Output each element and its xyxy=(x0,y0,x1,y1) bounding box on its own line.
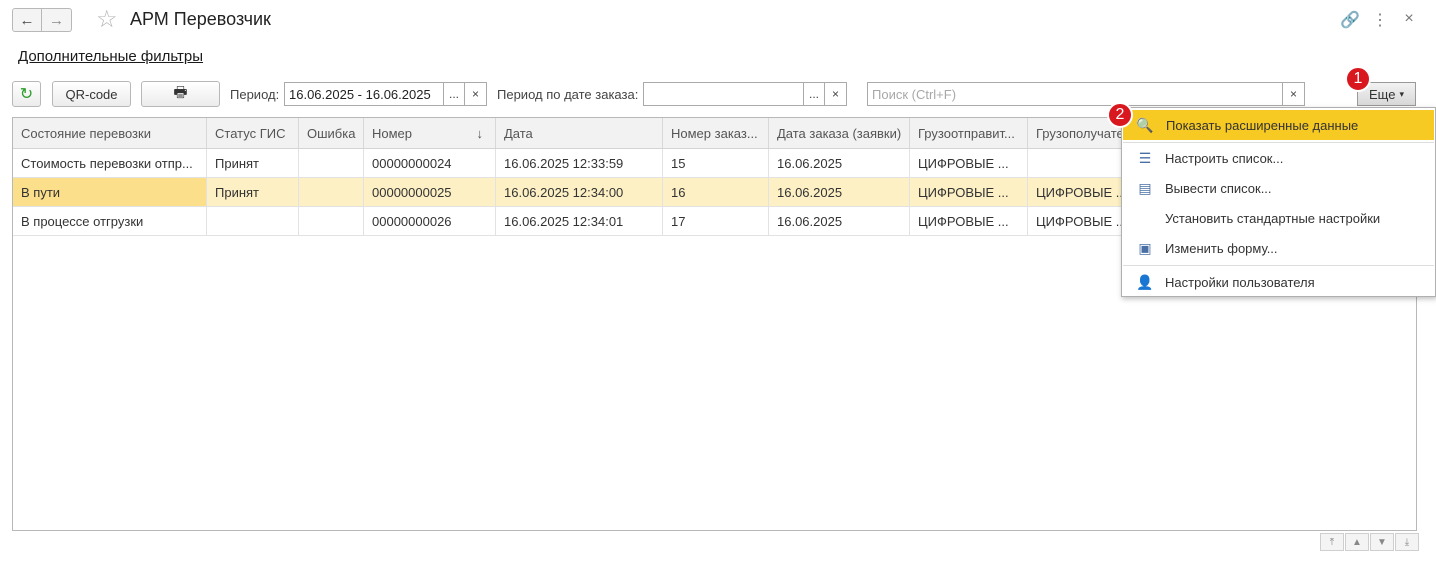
menu-item-label: Настройки пользователя xyxy=(1165,274,1315,290)
refresh-icon: ↻ xyxy=(19,86,34,103)
menu-separator xyxy=(1123,265,1434,266)
cell-gis-status: Принят xyxy=(207,149,299,177)
cell-order-number: 17 xyxy=(663,207,769,235)
magnifier-icon: 🔍 xyxy=(1136,116,1154,133)
order-period-field[interactable] xyxy=(643,82,804,106)
page-title: АРМ Перевозчик xyxy=(130,9,271,29)
period-field[interactable]: 16.06.2025 - 16.06.2025 xyxy=(284,82,444,106)
column-header-error[interactable]: Ошибка xyxy=(299,118,364,148)
period-label: Период: xyxy=(230,87,280,102)
menu-item-label: Вывести список... xyxy=(1165,180,1272,196)
search-clear-button[interactable]: × xyxy=(1283,82,1305,106)
cell-state: Стоимость перевозки отпр... xyxy=(13,149,207,177)
order-period-clear-button[interactable]: × xyxy=(825,82,847,106)
close-icon[interactable]: × xyxy=(1399,10,1419,28)
cell-gis-status: Принят xyxy=(207,178,299,206)
list-settings-icon: ☰ xyxy=(1138,149,1152,166)
refresh-button[interactable]: ↻ xyxy=(12,81,41,107)
forward-button[interactable]: → xyxy=(42,8,72,32)
cell-error xyxy=(299,178,364,206)
column-header-shipper[interactable]: Грузоотправит... xyxy=(910,118,1028,148)
column-header-order-number[interactable]: Номер заказ... xyxy=(663,118,769,148)
cell-state: В пути xyxy=(13,178,207,206)
more-dropdown-menu: 🔍 Показать расширенные данные ☰ Настроит… xyxy=(1121,107,1436,297)
cell-error xyxy=(299,207,364,235)
scroll-down-button[interactable]: ▼ xyxy=(1370,533,1394,551)
cell-order-number: 16 xyxy=(663,178,769,206)
cell-error xyxy=(299,149,364,177)
menu-item-label: Настроить список... xyxy=(1165,150,1284,166)
arrow-right-icon: → xyxy=(49,11,64,29)
cell-number: 00000000025 xyxy=(364,178,496,206)
search-input[interactable]: Поиск (Ctrl+F) xyxy=(867,82,1283,106)
back-button[interactable]: ← xyxy=(12,8,42,32)
cell-order-date: 16.06.2025 xyxy=(769,207,910,235)
menu-item-change-form[interactable]: ▣ Изменить форму... xyxy=(1122,234,1435,262)
menu-separator xyxy=(1123,142,1434,143)
menu-item-user-settings[interactable]: 👤 Настройки пользователя xyxy=(1122,268,1435,296)
cell-shipper: ЦИФРОВЫЕ ... xyxy=(910,149,1028,177)
scroll-up-button[interactable]: ▲ xyxy=(1345,533,1369,551)
cell-shipper: ЦИФРОВЫЕ ... xyxy=(910,178,1028,206)
cell-number: 00000000024 xyxy=(364,149,496,177)
form-settings-icon: ▣ xyxy=(1138,239,1152,256)
scroll-top-button[interactable]: ⤒ xyxy=(1320,533,1344,551)
menu-item-set-default-settings[interactable]: Установить стандартные настройки xyxy=(1122,204,1435,232)
cell-order-number: 15 xyxy=(663,149,769,177)
favorite-star-icon[interactable]: ☆ xyxy=(96,6,118,34)
column-header-order-date[interactable]: Дата заказа (заявки) xyxy=(769,118,910,148)
menu-item-output-list[interactable]: ▤ Вывести список... xyxy=(1122,174,1435,202)
column-header-date[interactable]: Дата xyxy=(496,118,663,148)
additional-filters-link[interactable]: Дополнительные фильтры xyxy=(18,48,203,65)
more-button-label: Еще xyxy=(1369,86,1396,102)
annotation-badge-2: 2 xyxy=(1107,102,1133,128)
qr-code-button[interactable]: QR-code xyxy=(52,81,131,107)
column-header-gis-status[interactable]: Статус ГИС xyxy=(207,118,299,148)
cell-state: В процессе отгрузки xyxy=(13,207,207,235)
menu-item-label: Установить стандартные настройки xyxy=(1165,210,1381,226)
output-list-icon: ▤ xyxy=(1138,179,1152,196)
scroll-bottom-button[interactable]: ⤓ xyxy=(1395,533,1419,551)
user-settings-icon: 👤 xyxy=(1136,273,1154,290)
sort-down-icon: ↓ xyxy=(476,125,484,141)
cell-shipper: ЦИФРОВЫЕ ... xyxy=(910,207,1028,235)
menu-item-label: Показать расширенные данные xyxy=(1166,117,1359,133)
column-header-number-label: Номер xyxy=(372,125,413,141)
annotation-badge-1: 1 xyxy=(1345,66,1371,92)
cell-date: 16.06.2025 12:33:59 xyxy=(496,149,663,177)
print-button[interactable]: 🖶 xyxy=(141,81,220,107)
chevron-down-icon: ▾ xyxy=(1399,88,1404,99)
menu-item-label: Изменить форму... xyxy=(1165,240,1278,256)
column-header-number[interactable]: Номер ↓ xyxy=(364,118,496,148)
menu-item-configure-list[interactable]: ☰ Настроить список... xyxy=(1122,144,1435,172)
arrow-left-icon: ← xyxy=(19,11,35,29)
more-actions-icon[interactable]: ⋮ xyxy=(1370,10,1390,30)
cell-number: 00000000026 xyxy=(364,207,496,235)
order-period-select-button[interactable]: ... xyxy=(804,82,825,106)
cell-order-date: 16.06.2025 xyxy=(769,149,910,177)
cell-date: 16.06.2025 12:34:00 xyxy=(496,178,663,206)
column-header-state[interactable]: Состояние перевозки xyxy=(13,118,207,148)
cell-order-date: 16.06.2025 xyxy=(769,178,910,206)
link-icon[interactable]: 🔗 xyxy=(1340,10,1360,30)
period-clear-button[interactable]: × xyxy=(465,82,487,106)
order-period-label: Период по дате заказа: xyxy=(497,87,639,102)
printer-icon: 🖶 xyxy=(173,83,188,101)
period-select-button[interactable]: ... xyxy=(444,82,465,106)
cell-date: 16.06.2025 12:34:01 xyxy=(496,207,663,235)
cell-gis-status xyxy=(207,207,299,235)
menu-item-show-extended-data[interactable]: 🔍 Показать расширенные данные xyxy=(1123,110,1434,140)
